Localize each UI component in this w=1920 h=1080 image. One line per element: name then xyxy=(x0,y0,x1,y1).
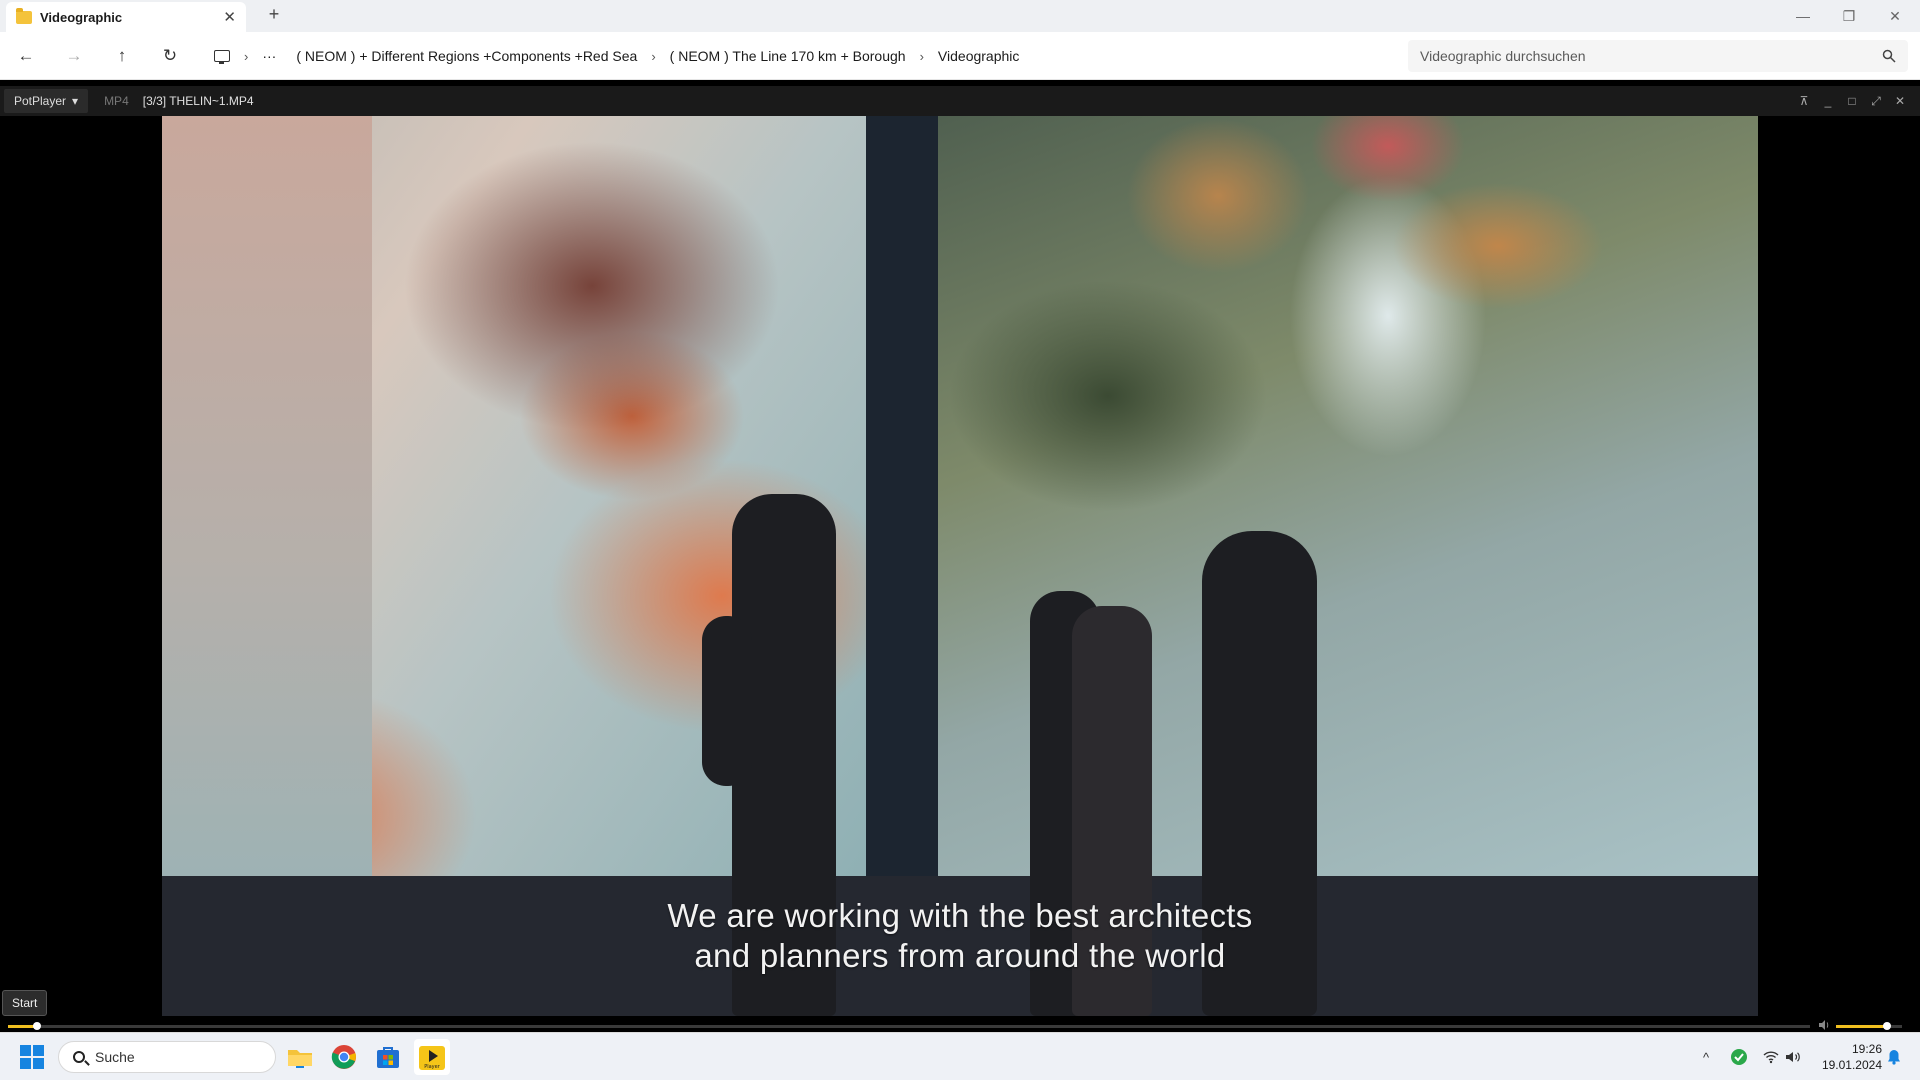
windows-icon xyxy=(20,1045,44,1069)
security-icon[interactable] xyxy=(1726,1033,1752,1080)
clock-time: 19:26 xyxy=(1851,1042,1882,1056)
folder-icon xyxy=(16,7,32,24)
taskbar-search-label: Suche xyxy=(95,1049,135,1065)
address-bar[interactable]: › ··· ( NEOM ) + Different Regions +Comp… xyxy=(200,40,1402,72)
new-tab-button[interactable]: + xyxy=(262,4,286,25)
scene-pillar xyxy=(866,116,938,876)
breadcrumb-separator[interactable]: › xyxy=(240,49,252,64)
player-close-button[interactable]: ✕ xyxy=(1888,86,1912,116)
player-fullscreen-button[interactable]: ⤢ xyxy=(1864,86,1888,116)
breadcrumb-more[interactable]: ··· xyxy=(252,48,286,64)
explorer-tab[interactable]: Videographic ✕ xyxy=(6,2,246,32)
player-maximize-button[interactable]: □ xyxy=(1840,86,1864,116)
show-hidden-icons[interactable]: ^ xyxy=(1694,1033,1718,1080)
search-icon xyxy=(73,1051,85,1063)
volume-handle[interactable] xyxy=(1883,1022,1892,1030)
wifi-icon[interactable] xyxy=(1760,1033,1782,1080)
potplayer-taskbar-label: Player xyxy=(424,1064,441,1070)
explorer-toolbar: ← → ↑ ↻ › ··· ( NEOM ) + Different Regio… xyxy=(0,32,1920,80)
file-label: [3/3] THELIN~1.MP4 xyxy=(142,94,254,108)
search-icon xyxy=(1882,49,1896,63)
volume-slider[interactable] xyxy=(1836,1022,1902,1030)
file-explorer-button[interactable] xyxy=(282,1039,318,1075)
breadcrumb-separator[interactable]: › xyxy=(647,49,659,64)
subtitle-line: and planners from around the world xyxy=(694,937,1226,974)
video-frame: We are working with the best architects … xyxy=(162,116,1758,1016)
subtitle-line: We are working with the best architects xyxy=(667,897,1253,934)
close-button[interactable]: ✕ xyxy=(1872,0,1918,32)
speaker-icon[interactable] xyxy=(1818,1019,1830,1031)
breadcrumb-separator[interactable]: › xyxy=(916,49,928,64)
back-button[interactable]: ← xyxy=(14,44,38,68)
minimize-button[interactable]: — xyxy=(1780,0,1826,32)
system-clock[interactable]: 19:26 19.01.2024 xyxy=(1808,1041,1882,1073)
notification-icon[interactable] xyxy=(1884,1033,1904,1080)
chrome-icon xyxy=(331,1045,356,1069)
seek-bar[interactable] xyxy=(8,1022,1810,1030)
store-button[interactable] xyxy=(370,1039,406,1075)
potplayer-menu-button[interactable]: PotPlayer ▾ xyxy=(4,89,89,113)
store-icon xyxy=(377,1047,399,1068)
chevron-down-icon: ▾ xyxy=(72,94,79,108)
potplayer-icon: Player xyxy=(419,1046,445,1070)
volume-icon[interactable] xyxy=(1782,1033,1804,1080)
start-button[interactable] xyxy=(14,1039,50,1075)
explorer-tab-bar: Videographic ✕ + — ❐ ✕ xyxy=(0,0,1920,32)
volume-level xyxy=(1836,1025,1888,1028)
potplayer-title-bar: PotPlayer ▾ MP4 [3/3] THELIN~1.MP4 ⊼ _ □… xyxy=(0,86,1920,116)
breadcrumb-neom-regions[interactable]: ( NEOM ) + Different Regions +Components… xyxy=(286,48,647,64)
potplayer-taskbar-button[interactable]: Player xyxy=(414,1039,450,1075)
subtitle: We are working with the best architects … xyxy=(162,896,1758,976)
potplayer-app-name: PotPlayer xyxy=(14,94,67,108)
file-explorer-icon xyxy=(288,1050,312,1068)
chrome-button[interactable] xyxy=(326,1039,362,1075)
taskbar: Suche Player ^ 19:26 19.01.2024 xyxy=(0,1032,1920,1080)
breadcrumb-videographic[interactable]: Videographic xyxy=(928,48,1029,64)
search-input[interactable]: Videographic durchsuchen xyxy=(1408,40,1908,72)
up-button[interactable]: ↑ xyxy=(110,44,134,68)
media-format: MP4 xyxy=(104,94,129,108)
child-silhouette xyxy=(702,616,752,786)
scene-building xyxy=(162,116,372,876)
computer-icon[interactable] xyxy=(214,50,230,64)
start-tooltip: Start xyxy=(2,990,48,1016)
taskbar-search[interactable]: Suche xyxy=(58,1041,276,1073)
forward-button[interactable]: → xyxy=(62,44,86,68)
breadcrumb-the-line[interactable]: ( NEOM ) The Line 170 km + Borough xyxy=(660,48,916,64)
maximize-button[interactable]: ❐ xyxy=(1826,0,1872,32)
player-minimize-button[interactable]: _ xyxy=(1816,86,1840,116)
tab-title: Videographic xyxy=(40,9,123,25)
clock-date: 19.01.2024 xyxy=(1821,1058,1882,1072)
tab-close-icon[interactable]: ✕ xyxy=(223,8,236,26)
seek-handle[interactable] xyxy=(32,1022,41,1030)
refresh-button[interactable]: ↻ xyxy=(158,44,182,68)
search-placeholder: Videographic durchsuchen xyxy=(1420,48,1586,64)
pin-icon[interactable]: ⊼ xyxy=(1792,86,1816,116)
video-area[interactable]: We are working with the best architects … xyxy=(0,116,1920,1016)
